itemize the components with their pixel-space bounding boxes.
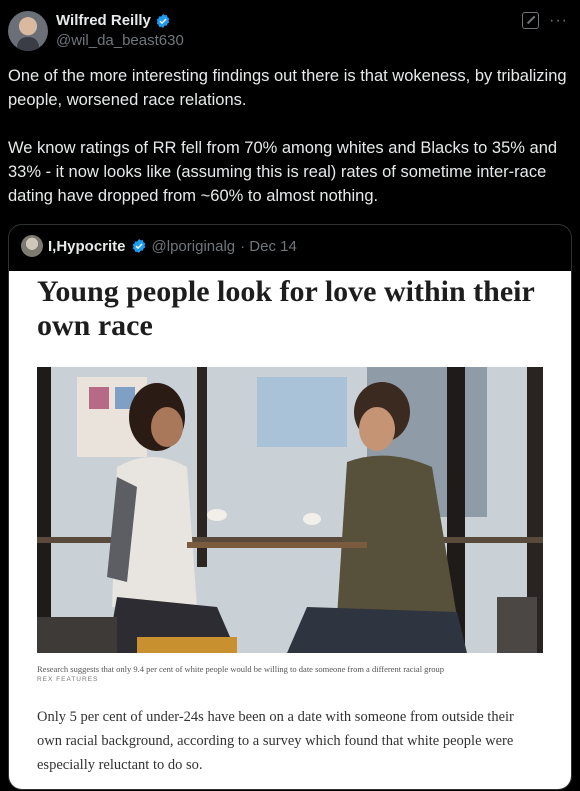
article-photo (37, 367, 543, 653)
quoted-verified-badge-icon (132, 239, 145, 253)
author-handle[interactable]: @wil_da_beast630 (56, 32, 184, 49)
tweet-text: One of the more interesting findings out… (8, 67, 567, 205)
article-screenshot[interactable]: Young people look for love within their … (9, 271, 571, 789)
grok-icon[interactable] (522, 12, 540, 29)
author-name-row: Wilfred Reilly (56, 12, 171, 29)
article-body-text: Only 5 per cent of under-24s have been o… (37, 709, 514, 773)
author-avatar[interactable] (8, 11, 48, 51)
article-headline: Young people look for love within their … (37, 275, 535, 342)
article-photo-caption: Research suggests that only 9.4 per cent… (37, 664, 445, 674)
more-options-icon[interactable]: ··· (549, 12, 568, 28)
quoted-tweet-card[interactable]: I,Hypocrite @lporiginalg · Dec 14 Young … (8, 224, 572, 790)
author-display-name[interactable]: Wilfred Reilly (56, 12, 151, 29)
quoted-tweet-date: · Dec 14 (240, 237, 297, 255)
quoted-tweet-header: I,Hypocrite @lporiginalg · Dec 14 (21, 235, 297, 257)
quoted-author-handle: @lporiginalg (151, 237, 236, 255)
tweet-header: Wilfred Reilly @wil_da_beast630 ··· (8, 10, 572, 54)
quoted-author-display-name: I,Hypocrite (48, 237, 126, 255)
verified-badge-icon (156, 13, 170, 28)
cafe-scene-illustration (37, 367, 543, 653)
article-photo-credit: REX FEATURES (37, 676, 99, 683)
quoted-author-avatar (21, 235, 43, 257)
header-actions: ··· (522, 12, 568, 29)
